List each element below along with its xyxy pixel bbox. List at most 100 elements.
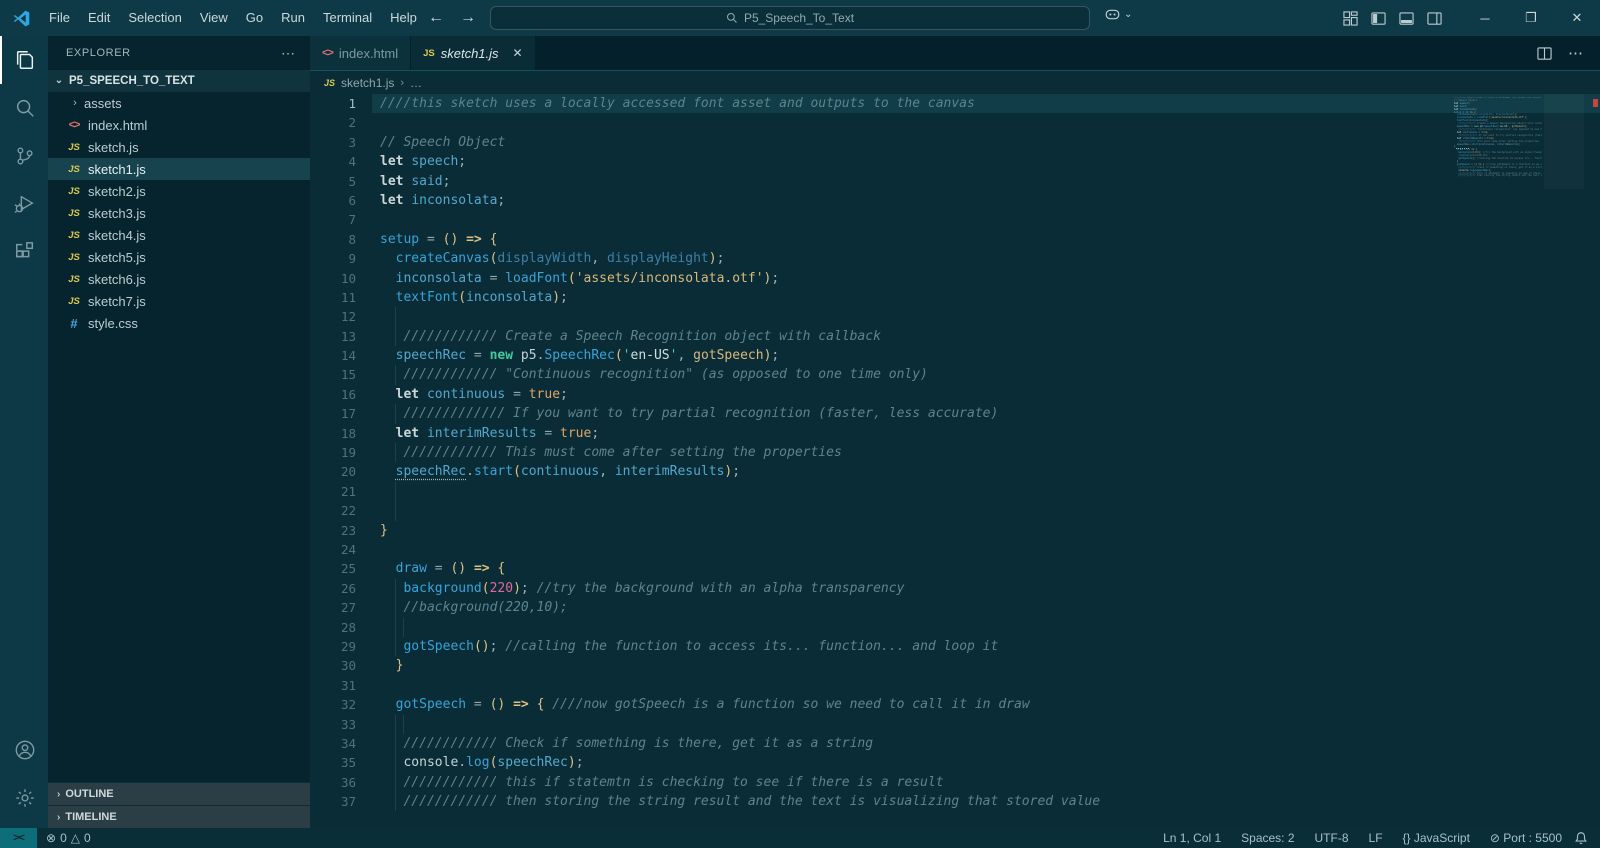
line-number[interactable]: 2 <box>310 113 380 132</box>
minimize-button[interactable]: ─ <box>1462 0 1508 36</box>
code-line-5[interactable]: 5 let said; <box>310 172 1600 191</box>
code-line-content[interactable] <box>380 307 1600 327</box>
code-line-16[interactable]: 16 let continuous = true; <box>310 385 1600 404</box>
code-line-content[interactable]: textFont(inconsolata); <box>380 288 1600 307</box>
line-number[interactable]: 19 <box>310 443 380 462</box>
code-line-19[interactable]: 19 //////////// This must come after set… <box>310 443 1600 463</box>
code-line-content[interactable] <box>380 481 1600 502</box>
code-line-content[interactable]: let inconsolata; <box>380 191 1600 210</box>
code-line-15[interactable]: 15 //////////// "Continuous recognition"… <box>310 365 1600 385</box>
code-line-content[interactable] <box>380 113 1600 132</box>
search-icon[interactable] <box>0 84 48 132</box>
source-control-icon[interactable] <box>0 132 48 180</box>
code-line-content[interactable] <box>380 210 1600 229</box>
line-number[interactable]: 7 <box>310 210 380 229</box>
code-line-13[interactable]: 13 //////////// Create a Speech Recognit… <box>310 326 1600 347</box>
file-row-sketch3-js[interactable]: JS sketch3.js <box>48 202 310 224</box>
tab-sketch1-js[interactable]: JS sketch1.js ✕ <box>411 36 535 70</box>
file-row-sketch5-js[interactable]: JS sketch5.js <box>48 246 310 268</box>
line-number[interactable]: 26 <box>310 579 380 598</box>
code-line-content[interactable]: //////////// This must come after settin… <box>380 443 1600 463</box>
code-line-content[interactable]: let interimResults = true; <box>380 424 1600 443</box>
code-line-36[interactable]: 36 //////////// this if statemtn is chec… <box>310 772 1600 793</box>
extensions-icon[interactable] <box>0 228 48 276</box>
file-row-assets[interactable]: › assets <box>48 92 310 114</box>
code-line-29[interactable]: 29 gotSpeech(); //calling the function t… <box>310 636 1600 657</box>
line-number[interactable]: 24 <box>310 540 380 559</box>
menu-selection[interactable]: Selection <box>119 0 190 36</box>
toggle-secondary-sidebar-icon[interactable] <box>1427 11 1442 26</box>
code-line-27[interactable]: 27 //background(220,10); <box>310 598 1600 618</box>
line-number[interactable]: 20 <box>310 462 380 481</box>
code-line-18[interactable]: 18 let interimResults = true; <box>310 424 1600 443</box>
line-number[interactable]: 29 <box>310 637 380 656</box>
line-number[interactable]: 6 <box>310 191 380 210</box>
line-number[interactable]: 15 <box>310 365 380 384</box>
line-number[interactable]: 1 <box>310 94 380 113</box>
code-line-26[interactable]: 26 background(220); //try the background… <box>310 578 1600 599</box>
code-line-9[interactable]: 9 createCanvas(displayWidth, displayHeig… <box>310 249 1600 268</box>
code-line-14[interactable]: 14 speechRec = new p5.SpeechRec('en-US',… <box>310 346 1600 365</box>
line-number[interactable]: 4 <box>310 152 380 171</box>
code-line-content[interactable]: inconsolata = loadFont('assets/inconsola… <box>380 269 1600 288</box>
menu-go[interactable]: Go <box>237 0 272 36</box>
line-number[interactable]: 28 <box>310 618 380 637</box>
line-number[interactable]: 16 <box>310 385 380 404</box>
code-line-25[interactable]: 25 draw = () => { <box>310 559 1600 578</box>
code-line-content[interactable]: gotSpeech = () => { ////now gotSpeech is… <box>380 695 1600 714</box>
code-line-30[interactable]: 30 } <box>310 656 1600 675</box>
code-line-1[interactable]: 1////this sketch uses a locally accessed… <box>310 94 1600 114</box>
code-line-content[interactable]: //background(220,10); <box>380 598 1600 618</box>
code-line-content[interactable]: // Speech Object <box>380 133 1600 152</box>
back-arrow-icon[interactable]: ← <box>428 9 444 27</box>
line-number[interactable]: 5 <box>310 172 380 191</box>
settings-gear-icon[interactable] <box>0 774 48 822</box>
problems-status[interactable]: ⊗ 0 △ 0 <box>37 831 91 845</box>
code-line-37[interactable]: 37 //////////// then storing the string … <box>310 792 1600 812</box>
line-number[interactable]: 9 <box>310 249 380 268</box>
code-line-11[interactable]: 11 textFont(inconsolata); <box>310 288 1600 307</box>
cursor-position[interactable]: Ln 1, Col 1 <box>1163 831 1221 845</box>
line-number[interactable]: 17 <box>310 404 380 423</box>
menu-edit[interactable]: Edit <box>79 0 119 36</box>
menu-run[interactable]: Run <box>272 0 314 36</box>
code-line-4[interactable]: 4 let speech; <box>310 152 1600 171</box>
code-line-12[interactable]: 12 <box>310 307 1600 327</box>
code-line-22[interactable]: 22 <box>310 501 1600 521</box>
eol-sequence[interactable]: LF <box>1369 831 1383 845</box>
line-number[interactable]: 22 <box>310 501 380 520</box>
close-button[interactable]: ✕ <box>1554 0 1600 36</box>
code-line-content[interactable]: gotSpeech(); //calling the function to a… <box>380 636 1600 657</box>
file-row-sketch7-js[interactable]: JS sketch7.js <box>48 290 310 312</box>
line-number[interactable]: 23 <box>310 521 380 540</box>
line-number[interactable]: 21 <box>310 482 380 501</box>
file-row-sketch4-js[interactable]: JS sketch4.js <box>48 224 310 246</box>
line-number[interactable]: 3 <box>310 133 380 152</box>
file-row-sketch6-js[interactable]: JS sketch6.js <box>48 268 310 290</box>
line-number[interactable]: 13 <box>310 327 380 346</box>
code-line-content[interactable]: background(220); //try the background wi… <box>380 578 1600 599</box>
live-server-port[interactable]: ⊘ Port : 5500 <box>1490 831 1562 845</box>
tab-index-html[interactable]: <> index.html <box>310 36 411 70</box>
code-line-20[interactable]: 20 speechRec.start(continuous, interimRe… <box>310 462 1600 481</box>
forward-arrow-icon[interactable]: → <box>460 9 476 27</box>
remote-indicator[interactable]: >< <box>0 828 37 848</box>
encoding[interactable]: UTF-8 <box>1315 831 1349 845</box>
line-number[interactable]: 37 <box>310 792 380 811</box>
menu-view[interactable]: View <box>191 0 237 36</box>
code-line-content[interactable]: ///////////// If you want to try partial… <box>380 404 1600 424</box>
code-line-content[interactable]: let said; <box>380 172 1600 191</box>
code-line-content[interactable] <box>380 617 1600 637</box>
code-line-content[interactable]: let speech; <box>380 152 1600 171</box>
breadcrumb-more[interactable]: … <box>410 76 422 90</box>
code-line-content[interactable] <box>380 501 1600 521</box>
code-line-35[interactable]: 35 console.log(speechRec); <box>310 753 1600 773</box>
toggle-primary-sidebar-icon[interactable] <box>1371 11 1386 26</box>
code-line-content[interactable]: //////////// "Continuous recognition" (a… <box>380 365 1600 385</box>
close-icon[interactable]: ✕ <box>513 46 523 60</box>
line-number[interactable]: 10 <box>310 269 380 288</box>
code-line-2[interactable]: 2 <box>310 113 1600 132</box>
line-number[interactable]: 34 <box>310 734 380 753</box>
split-editor-icon[interactable] <box>1537 46 1552 61</box>
explorer-icon[interactable] <box>0 36 48 84</box>
